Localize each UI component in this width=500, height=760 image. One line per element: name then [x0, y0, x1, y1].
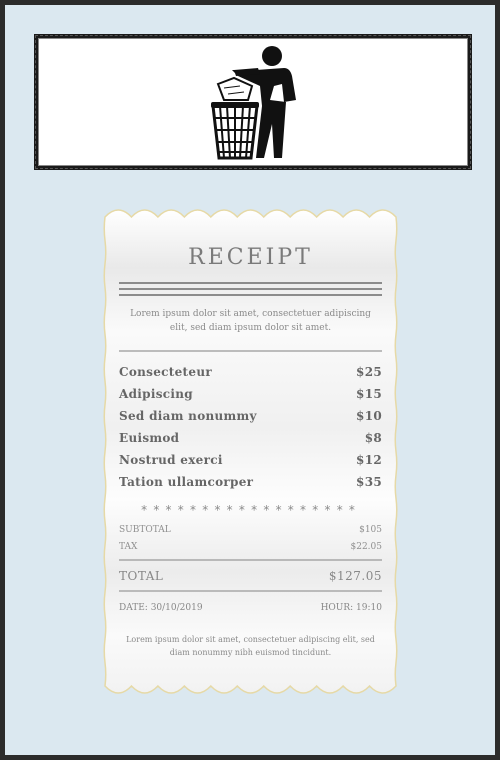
receipt: RECEIPT Lorem ipsum dolor sit amet, cons… [99, 203, 402, 700]
tidy-man-litter-bin-icon [211, 46, 296, 160]
subtotal-label: SUBTOTAL [119, 525, 171, 535]
receipt-date: DATE: 30/10/2019 [119, 603, 203, 613]
receipt-hour: HOUR: 19:10 [320, 603, 382, 613]
receipt-item: Nostrud exerci $12 [119, 449, 382, 471]
receipt-footer-text: Lorem ipsum dolor sit amet, consectetuer… [126, 635, 375, 657]
tax-row: TAX $22.05 [119, 542, 382, 552]
item-name: Euismod [119, 431, 180, 445]
receipt-item: Tation ullamcorper $35 [119, 471, 382, 493]
item-price: $15 [356, 387, 382, 401]
item-price: $8 [364, 431, 382, 445]
total-row: TOTAL $127.05 [119, 569, 382, 583]
receipt-title: RECEIPT [188, 245, 313, 270]
receipt-items: Consecteteur $25 Adipiscing $15 Sed diam… [119, 361, 382, 493]
item-price: $25 [356, 365, 382, 379]
subtotal-row: SUBTOTAL $105 [119, 525, 382, 535]
item-price: $12 [356, 453, 382, 467]
item-name: Consecteteur [119, 365, 212, 379]
no-littering-sign [34, 34, 472, 170]
receipt-item: Consecteteur $25 [119, 361, 382, 383]
receipt-item: Sed diam nonummy $10 [119, 405, 382, 427]
date-time-row: DATE: 30/10/2019 HOUR: 19:10 [119, 603, 382, 613]
receipt-intro-text: Lorem ipsum dolor sit amet, consectetuer… [130, 309, 371, 333]
item-name: Sed diam nonummy [119, 409, 257, 423]
item-price: $10 [356, 409, 382, 423]
item-name: Tation ullamcorper [119, 475, 254, 489]
item-price: $35 [356, 475, 382, 489]
star-divider: ****************** [140, 503, 361, 517]
item-name: Adipiscing [119, 387, 193, 401]
total-value: $127.05 [328, 569, 382, 583]
item-name: Nostrud exerci [119, 453, 223, 467]
page-canvas: RECEIPT Lorem ipsum dolor sit amet, cons… [5, 5, 495, 755]
receipt-item: Euismod $8 [119, 427, 382, 449]
tax-label: TAX [119, 542, 138, 552]
total-label: TOTAL [119, 569, 164, 583]
subtotal-value: $105 [359, 525, 382, 535]
receipt-item: Adipiscing $15 [119, 383, 382, 405]
tax-value: $22.05 [350, 542, 383, 552]
